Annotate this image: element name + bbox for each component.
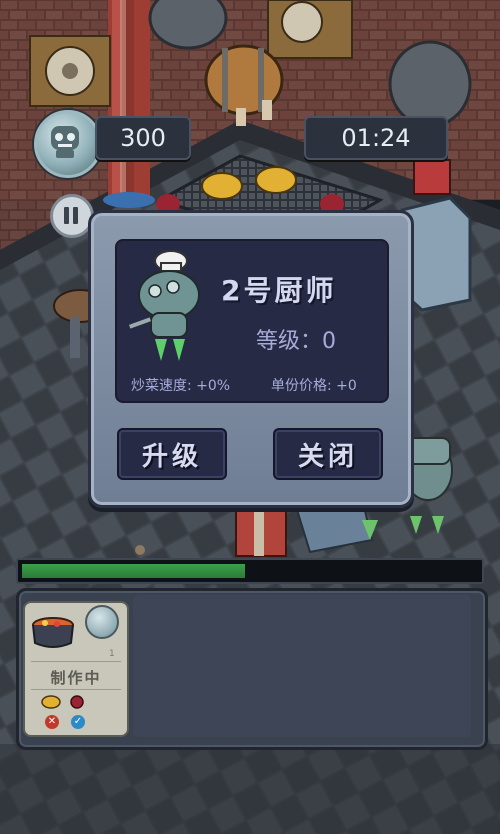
robot-chef-icon xyxy=(128,250,200,361)
order-queue-area xyxy=(133,595,471,737)
robot-head-icon xyxy=(51,126,79,158)
progress-fill xyxy=(22,564,245,578)
onion-icon xyxy=(70,695,84,709)
order-count: 1 xyxy=(109,649,115,659)
chef-level: 等级：0 xyxy=(256,329,336,354)
timer-value: 01:24 xyxy=(341,124,411,152)
unit-price-stat: 单份价格: +0 xyxy=(271,378,357,394)
upgrade-button[interactable]: 升级 xyxy=(117,428,227,480)
order-card[interactable]: 1 制作中 ✕ ✓ xyxy=(23,601,129,737)
game-stage: 300 01:24 2号厨师 等级：0 炒菜速度: +0% 单份价格: +0 升… xyxy=(0,0,500,834)
level-progress-bar xyxy=(16,558,484,584)
cooking-speed-stat: 炒菜速度: +0% xyxy=(131,378,231,394)
card-divider-bottom xyxy=(31,689,121,690)
chef-name: 2号厨师 xyxy=(221,274,337,307)
cooking-pot-icon xyxy=(32,617,74,648)
card-divider-top xyxy=(31,661,121,662)
potato-icon xyxy=(41,695,61,709)
coin-counter: 300 xyxy=(95,116,191,160)
cancel-icon[interactable]: ✕ xyxy=(45,715,59,729)
confirm-icon[interactable]: ✓ xyxy=(71,715,85,729)
chef-upgrade-dialog: 2号厨师 等级：0 炒菜速度: +0% 单份价格: +0 升级 关闭 xyxy=(88,210,414,508)
order-panel: 1 制作中 ✕ ✓ xyxy=(16,588,488,750)
chef-avatar-icon xyxy=(85,605,119,639)
robot-avatar-button[interactable] xyxy=(34,110,102,178)
countdown-timer: 01:24 xyxy=(304,116,448,160)
order-status: 制作中 xyxy=(50,669,102,687)
coin-value: 300 xyxy=(120,124,166,152)
close-button[interactable]: 关闭 xyxy=(273,428,383,480)
chef-info-panel: 2号厨师 等级：0 炒菜速度: +0% 单份价格: +0 xyxy=(115,239,389,403)
